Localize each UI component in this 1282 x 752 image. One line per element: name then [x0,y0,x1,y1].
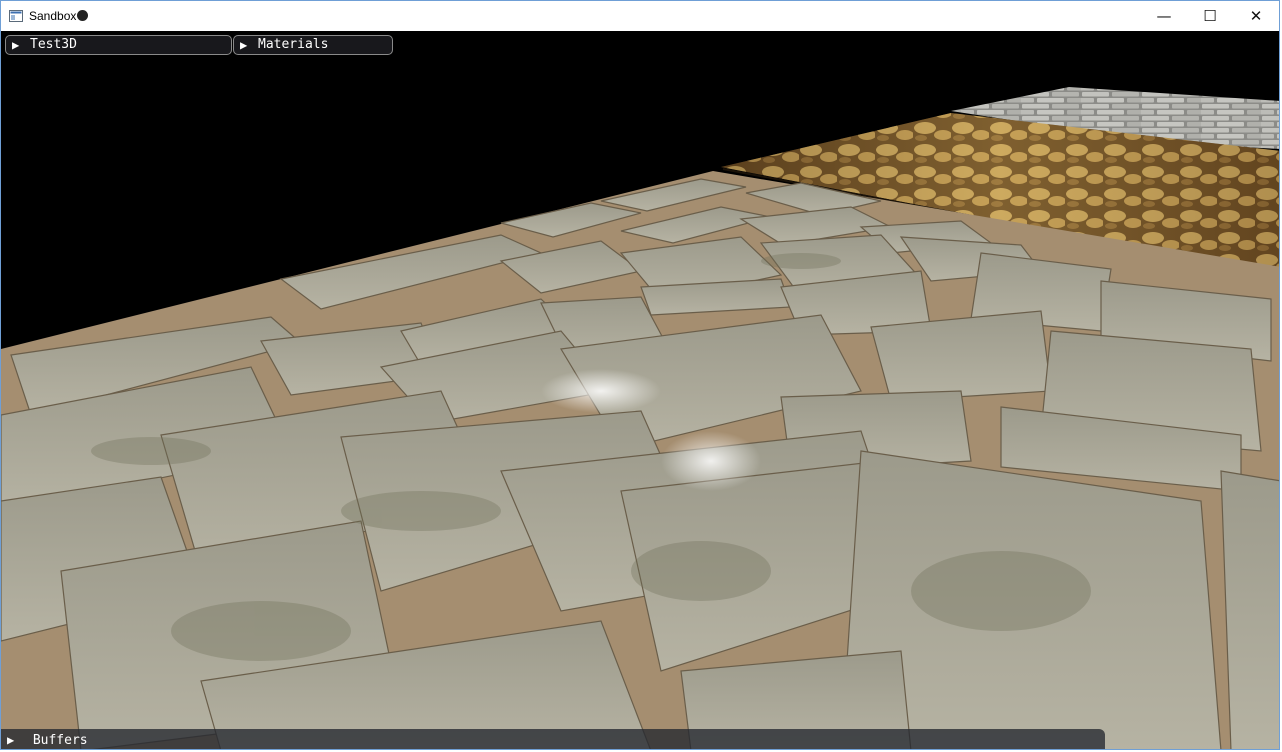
materials-panel-label: Materials [258,37,329,52]
app-window: Sandbox — ☐ ✕ ▶ Test3D ▶ Materials ▶ Buf… [0,0,1280,750]
close-button[interactable]: ✕ [1233,1,1279,31]
minimize-button[interactable]: — [1141,1,1187,31]
window-title: Sandbox [29,9,89,23]
app-icon [9,9,23,23]
collapse-arrow-icon: ▶ [7,733,15,747]
render-viewport[interactable]: ▶ Test3D ▶ Materials ▶ Buffers [1,31,1279,749]
collapse-arrow-icon: ▶ [240,38,248,52]
title-bar[interactable]: Sandbox — ☐ ✕ [1,1,1279,31]
test3d-panel-label: Test3D [30,37,77,52]
buffers-panel-header[interactable]: ▶ Buffers [1,729,1105,749]
close-icon: ✕ [1249,7,1263,25]
3d-scene [1,87,1279,749]
maximize-button[interactable]: ☐ [1187,1,1233,31]
window-title-text: Sandbox [29,9,77,23]
window-controls: — ☐ ✕ [1141,1,1279,31]
collapse-arrow-icon: ▶ [12,38,20,52]
maximize-icon: ☐ [1203,7,1217,25]
buffers-panel-label: Buffers [32,733,88,748]
globe-icon [77,10,89,21]
minimize-icon: — [1156,7,1172,25]
materials-panel-header[interactable]: ▶ Materials [233,35,393,55]
test3d-panel-header[interactable]: ▶ Test3D [5,35,232,55]
